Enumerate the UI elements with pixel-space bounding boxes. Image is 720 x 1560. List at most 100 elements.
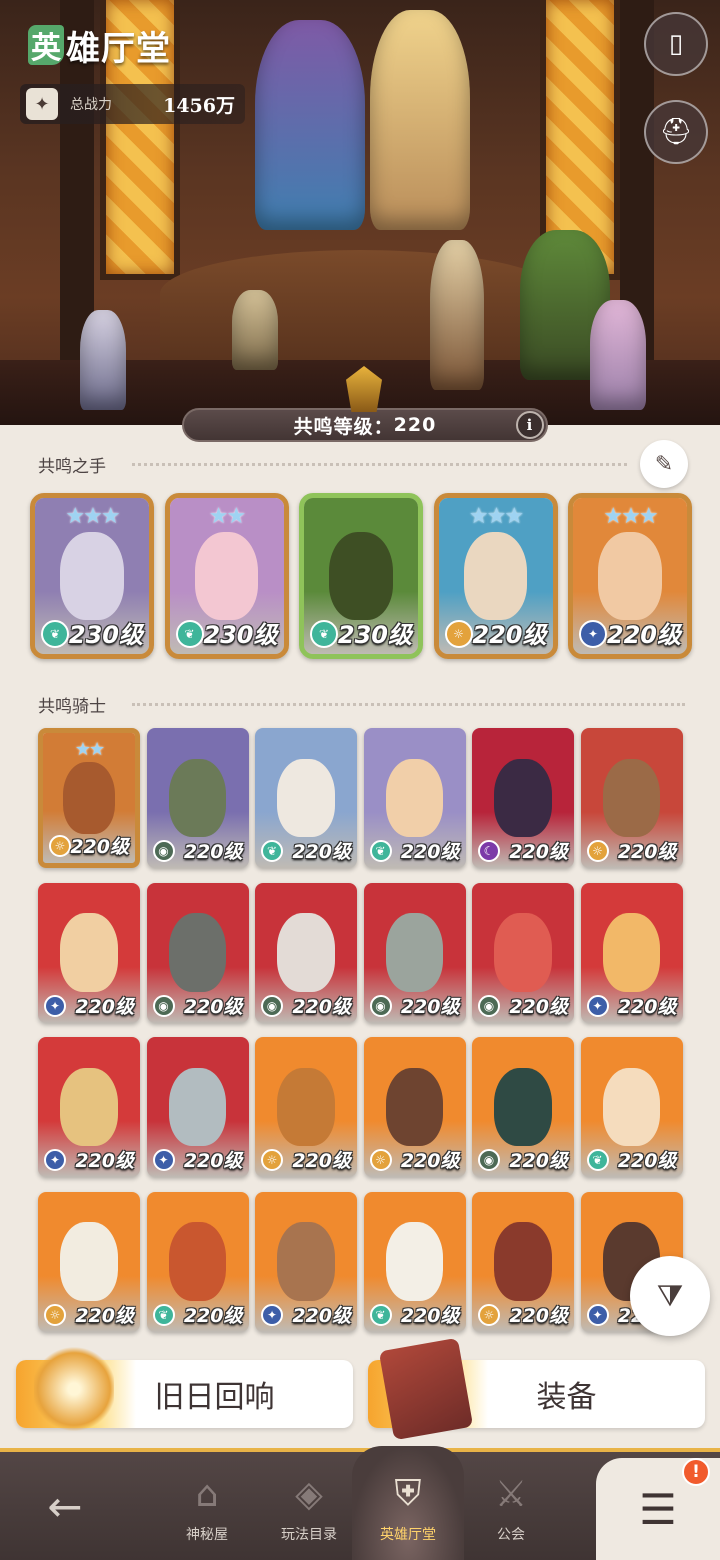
sun-icon: ☼ bbox=[444, 620, 473, 648]
resonance-level-bar: 共鸣等级： 220 i bbox=[182, 408, 548, 442]
hero-face bbox=[60, 913, 118, 992]
power-icon: ✦ bbox=[26, 88, 58, 120]
book-icon: ▯ bbox=[668, 29, 684, 59]
hero-level: 220级 bbox=[400, 1304, 460, 1327]
tab-mystery-house[interactable]: ⌂ 神秘屋 bbox=[152, 1458, 262, 1554]
hero-statue bbox=[370, 10, 470, 230]
tab-label: 英雄厅堂 bbox=[380, 1527, 436, 1543]
hero-book-button[interactable]: ▯ bbox=[644, 12, 708, 76]
sun-icon: ☼ bbox=[369, 1149, 392, 1171]
hero-card[interactable]: ✦ 220级 bbox=[146, 1037, 249, 1177]
hero-face bbox=[194, 532, 259, 620]
menu-icon: ☰ bbox=[639, 1484, 677, 1534]
hero-card[interactable]: ◉ 220级 bbox=[146, 882, 249, 1023]
section-title-knights: 共鸣骑士 bbox=[38, 697, 106, 717]
filter-button[interactable]: ⧩ bbox=[630, 1256, 710, 1336]
tab-hero-hall[interactable]: ⛨ 英雄厅堂 bbox=[353, 1458, 463, 1554]
tab-guild[interactable]: ⚔ 公会 bbox=[456, 1458, 566, 1554]
hero-card[interactable]: ❦ 230级 bbox=[299, 493, 423, 659]
hero-card[interactable]: ★★ ☼ 220级 bbox=[38, 728, 140, 868]
hero-card[interactable]: ❦ 220级 bbox=[580, 1037, 683, 1177]
star-icon: ✦ bbox=[44, 1149, 66, 1171]
section-title-hands: 共鸣之手 bbox=[38, 457, 106, 477]
hero-card[interactable]: ◉ 220级 bbox=[472, 1037, 574, 1177]
back-button[interactable]: ← bbox=[30, 1478, 100, 1534]
hero-card[interactable]: ❦ 220级 bbox=[255, 728, 357, 868]
hero-level: 220级 bbox=[183, 995, 243, 1018]
hero-level: 220级 bbox=[617, 841, 677, 863]
hero-face bbox=[494, 1067, 552, 1147]
hero-card[interactable]: ★★★ ✦ 220级 bbox=[568, 493, 692, 659]
hero-card[interactable]: ✦ 220级 bbox=[580, 882, 683, 1023]
hero-card[interactable]: ☼ 220级 bbox=[472, 1191, 574, 1332]
hero-figure bbox=[590, 300, 646, 410]
quill-button[interactable]: ✎ bbox=[640, 440, 688, 488]
hero-face bbox=[385, 1222, 444, 1301]
hero-level: 220级 bbox=[509, 1150, 568, 1172]
eye-icon: ◉ bbox=[152, 840, 175, 862]
hero-level: 230级 bbox=[203, 621, 278, 649]
hero-face bbox=[385, 913, 444, 992]
tab-label: 公会 bbox=[497, 1527, 525, 1543]
hero-card[interactable]: ★★ ❦ 230级 bbox=[164, 493, 289, 659]
hero-card[interactable]: ☼ 220级 bbox=[363, 1037, 466, 1177]
hero-level: 220级 bbox=[75, 1150, 134, 1172]
hero-card[interactable]: ◉ 220级 bbox=[255, 882, 357, 1023]
hero-card[interactable]: ☼ 220级 bbox=[580, 728, 683, 868]
hero-card[interactable]: ❦ 220级 bbox=[363, 728, 466, 868]
page-title: 英 雄厅堂 bbox=[20, 22, 183, 69]
hero-face bbox=[277, 758, 335, 838]
hero-level: 230级 bbox=[337, 621, 412, 649]
star-icon: ✦ bbox=[586, 994, 609, 1017]
sun-icon: ☼ bbox=[44, 1303, 66, 1326]
echoes-button[interactable]: 旧日回响 bbox=[16, 1344, 353, 1434]
divider bbox=[132, 703, 685, 706]
leaf-icon: ❦ bbox=[41, 620, 69, 648]
hero-card[interactable]: ◉ 220级 bbox=[146, 728, 249, 868]
hero-figure bbox=[232, 290, 278, 370]
hero-card[interactable]: ✦ 220级 bbox=[255, 1191, 357, 1332]
hero-card[interactable]: ☼ 220级 bbox=[255, 1037, 357, 1177]
divider bbox=[132, 463, 627, 466]
helmet-icon: ⛑ bbox=[659, 117, 693, 147]
hero-card[interactable]: ◉ 220级 bbox=[472, 882, 574, 1023]
leaf-icon: ❦ bbox=[369, 1303, 392, 1326]
star-rating: ★★ bbox=[208, 504, 246, 529]
hero-card[interactable]: ✦ 220级 bbox=[38, 1037, 140, 1177]
sun-icon: ☼ bbox=[49, 835, 71, 857]
tab-play-catalog[interactable]: ◈ 玩法目录 bbox=[254, 1458, 364, 1554]
resonance-label: 共鸣等级： bbox=[293, 415, 394, 438]
equipment-button[interactable]: 装备 bbox=[368, 1337, 705, 1441]
star-rating: ★★ bbox=[74, 739, 105, 760]
hero-card[interactable]: ★★★ ❦ 230级 bbox=[30, 493, 154, 659]
hero-card[interactable]: ✦ 220级 bbox=[38, 882, 140, 1023]
hero-card[interactable]: ❦ 220级 bbox=[363, 1191, 466, 1332]
hero-level: 220级 bbox=[617, 1150, 677, 1172]
filter-icon: ⧩ bbox=[656, 1278, 684, 1314]
leaf-icon: ❦ bbox=[261, 840, 283, 862]
hero-card[interactable]: ★★★ ☼ 220级 bbox=[433, 493, 558, 659]
sun-icon: ☼ bbox=[478, 1303, 500, 1326]
hero-level: 220级 bbox=[183, 1150, 243, 1172]
hero-face bbox=[63, 761, 115, 835]
eye-icon: ◉ bbox=[478, 1149, 500, 1171]
hero-face bbox=[494, 758, 552, 838]
hero-level: 230级 bbox=[68, 621, 143, 649]
hero-card[interactable]: ☾ 220级 bbox=[472, 728, 574, 868]
hero-card[interactable]: ◉ 220级 bbox=[363, 882, 466, 1023]
hero-face bbox=[277, 1067, 335, 1147]
star-icon: ✦ bbox=[152, 1149, 175, 1171]
hero-face bbox=[602, 913, 661, 992]
quill-icon: ✎ bbox=[654, 451, 674, 477]
moon-icon: ☾ bbox=[478, 840, 500, 862]
hero-card[interactable]: ❦ 220级 bbox=[146, 1191, 249, 1332]
hero-helmets-button[interactable]: ⛑ bbox=[644, 100, 708, 164]
hero-card[interactable]: ☼ 220级 bbox=[38, 1191, 140, 1332]
leaf-icon: ❦ bbox=[310, 620, 338, 648]
info-icon[interactable]: i bbox=[516, 411, 544, 439]
hero-level: 220级 bbox=[472, 621, 547, 649]
total-power-panel: ✦ 总战力 1456万 bbox=[20, 84, 245, 124]
hero-figure bbox=[430, 240, 484, 390]
eye-icon: ◉ bbox=[478, 994, 500, 1017]
hero-face bbox=[602, 1067, 661, 1147]
